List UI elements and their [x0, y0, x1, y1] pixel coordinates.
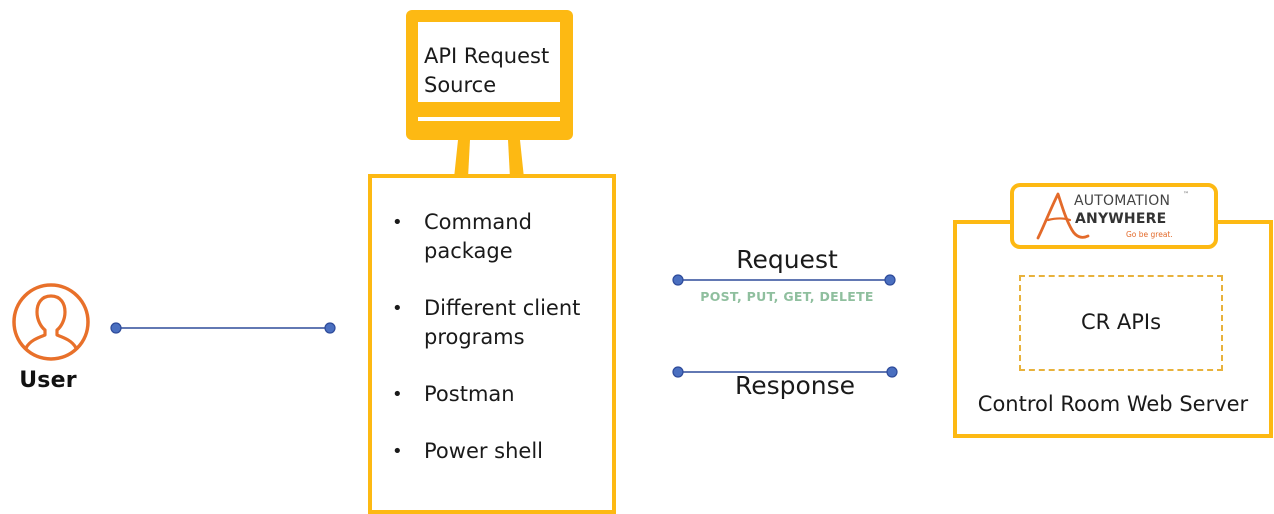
- connector-dot-start: [110, 322, 122, 334]
- logo-text-anywhere: ANYWHERE: [1075, 211, 1167, 227]
- http-methods-label: POST, PUT, GET, DELETE: [700, 289, 874, 304]
- bullet: •: [392, 298, 403, 319]
- bullet: •: [392, 441, 403, 462]
- request-label: Request: [736, 245, 838, 274]
- control-room-server-label: Control Room Web Server: [977, 392, 1249, 416]
- cr-apis-label: CR APIs: [1080, 310, 1162, 334]
- monitor-bar: [418, 117, 560, 121]
- user-connector: [110, 322, 336, 334]
- monitor-stand: [454, 140, 524, 178]
- user-label: User: [19, 368, 77, 393]
- connector-dot-end: [884, 274, 896, 286]
- api-source-title: API Request Source: [424, 44, 550, 97]
- connector-dot-end: [324, 322, 336, 334]
- connector-dot-start: [672, 274, 684, 286]
- client-item-label: Power shell: [424, 439, 544, 463]
- bullet: •: [392, 212, 403, 233]
- logo-tagline: Go be great.: [1126, 230, 1173, 239]
- logo-text-automation: AUTOMATION: [1074, 193, 1171, 209]
- client-item-label: Different client programs: [424, 296, 581, 349]
- response-label: Response: [734, 371, 856, 400]
- client-item-label: Command package: [424, 210, 532, 263]
- bullet: •: [392, 384, 403, 405]
- request-connector: [672, 274, 896, 286]
- logo-trademark: ™: [1183, 191, 1189, 198]
- user-icon: [12, 283, 90, 361]
- client-list-panel: • Command package • Different client pro…: [368, 174, 616, 514]
- client-item-label: Postman: [424, 382, 515, 406]
